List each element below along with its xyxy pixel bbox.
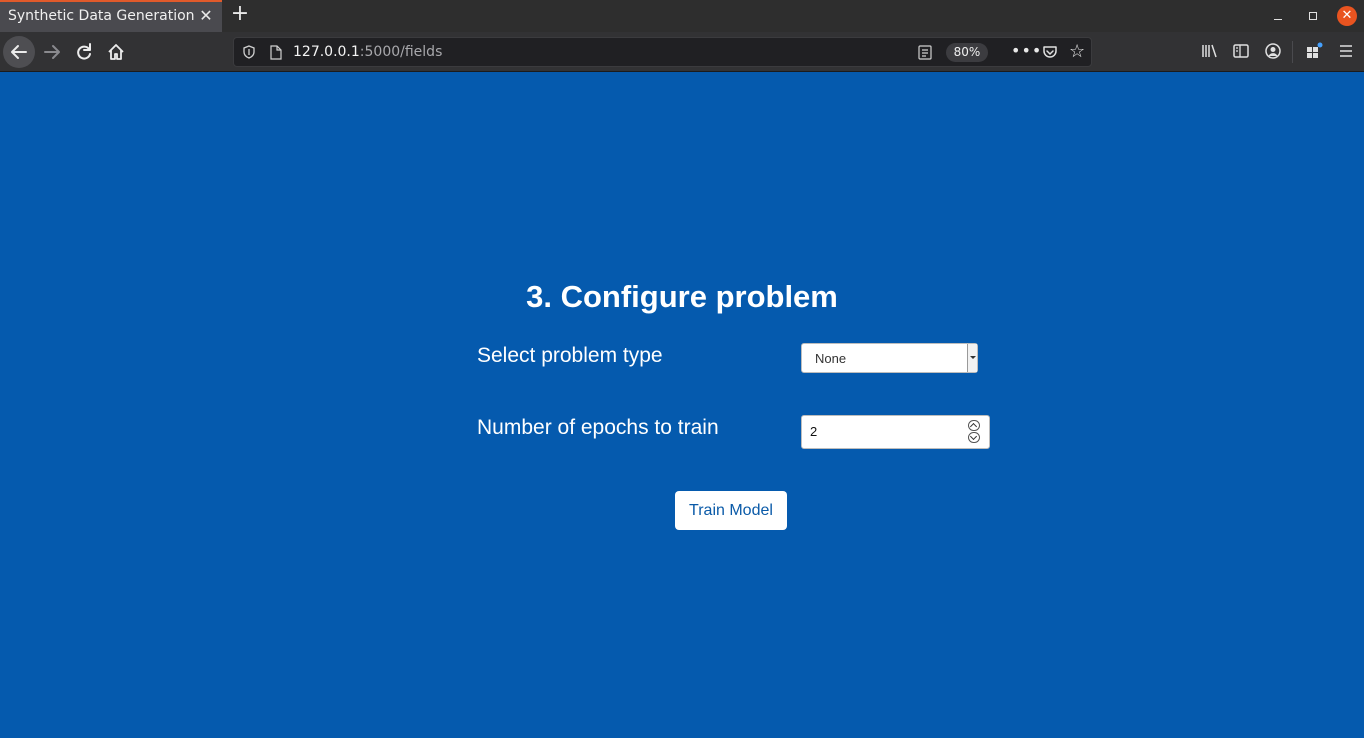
- page-title: 3. Configure problem: [526, 279, 838, 314]
- chevron-down-icon[interactable]: [967, 344, 977, 372]
- close-window-button[interactable]: ✕: [1337, 6, 1357, 26]
- zoom-level-badge[interactable]: 80%: [946, 43, 988, 62]
- increment-icon[interactable]: [968, 420, 980, 431]
- restore-window-button[interactable]: [1306, 9, 1320, 23]
- home-button[interactable]: [100, 36, 132, 68]
- address-bar[interactable]: 127.0.0.1:5000/fields 80% ••• ☆: [233, 37, 1092, 67]
- problem-type-selected-value: None: [815, 351, 847, 366]
- url-text[interactable]: 127.0.0.1:5000/fields: [293, 44, 442, 60]
- page-actions-icon[interactable]: •••: [1011, 41, 1042, 60]
- reload-icon: [77, 43, 91, 60]
- url-path: :5000/fields: [359, 44, 443, 60]
- home-icon: [108, 44, 124, 60]
- epochs-value: 2: [810, 424, 818, 439]
- arrow-right-icon: [44, 45, 60, 59]
- reader-view-icon[interactable]: [918, 45, 932, 60]
- train-model-button[interactable]: Train Model: [675, 491, 787, 530]
- library-icon[interactable]: [1200, 42, 1218, 60]
- url-host: 127.0.0.1: [293, 44, 360, 60]
- new-tab-button[interactable]: +: [229, 3, 251, 27]
- arrow-left-icon: [11, 45, 27, 59]
- account-icon[interactable]: [1264, 42, 1282, 60]
- hamburger-menu-icon[interactable]: [1337, 42, 1355, 60]
- toolbar-separator: [1292, 41, 1293, 63]
- shield-icon[interactable]: [242, 45, 256, 59]
- bookmark-star-icon[interactable]: ☆: [1069, 41, 1085, 62]
- forward-button[interactable]: [36, 36, 68, 68]
- browser-tab[interactable]: Synthetic Data Generation ✕: [0, 0, 222, 32]
- pocket-icon[interactable]: [1042, 44, 1058, 60]
- problem-type-label: Select problem type: [477, 344, 663, 367]
- minimize-window-button[interactable]: [1271, 10, 1285, 24]
- problem-type-select[interactable]: None: [801, 343, 978, 373]
- sidebar-icon[interactable]: [1232, 42, 1250, 60]
- tab-close-icon[interactable]: ✕: [197, 6, 215, 26]
- navigation-toolbar: 127.0.0.1:5000/fields 80% ••• ☆: [0, 32, 1364, 72]
- page-info-icon[interactable]: [270, 45, 282, 60]
- decrement-icon[interactable]: [968, 432, 980, 443]
- reload-button[interactable]: [68, 36, 100, 68]
- extensions-icon[interactable]: [1305, 42, 1323, 60]
- epochs-input[interactable]: 2: [801, 415, 990, 449]
- back-button[interactable]: [3, 36, 35, 68]
- tab-title: Synthetic Data Generation: [8, 8, 195, 24]
- epochs-label: Number of epochs to train: [477, 416, 719, 439]
- tab-bar: Synthetic Data Generation ✕ + ✕: [0, 0, 1364, 32]
